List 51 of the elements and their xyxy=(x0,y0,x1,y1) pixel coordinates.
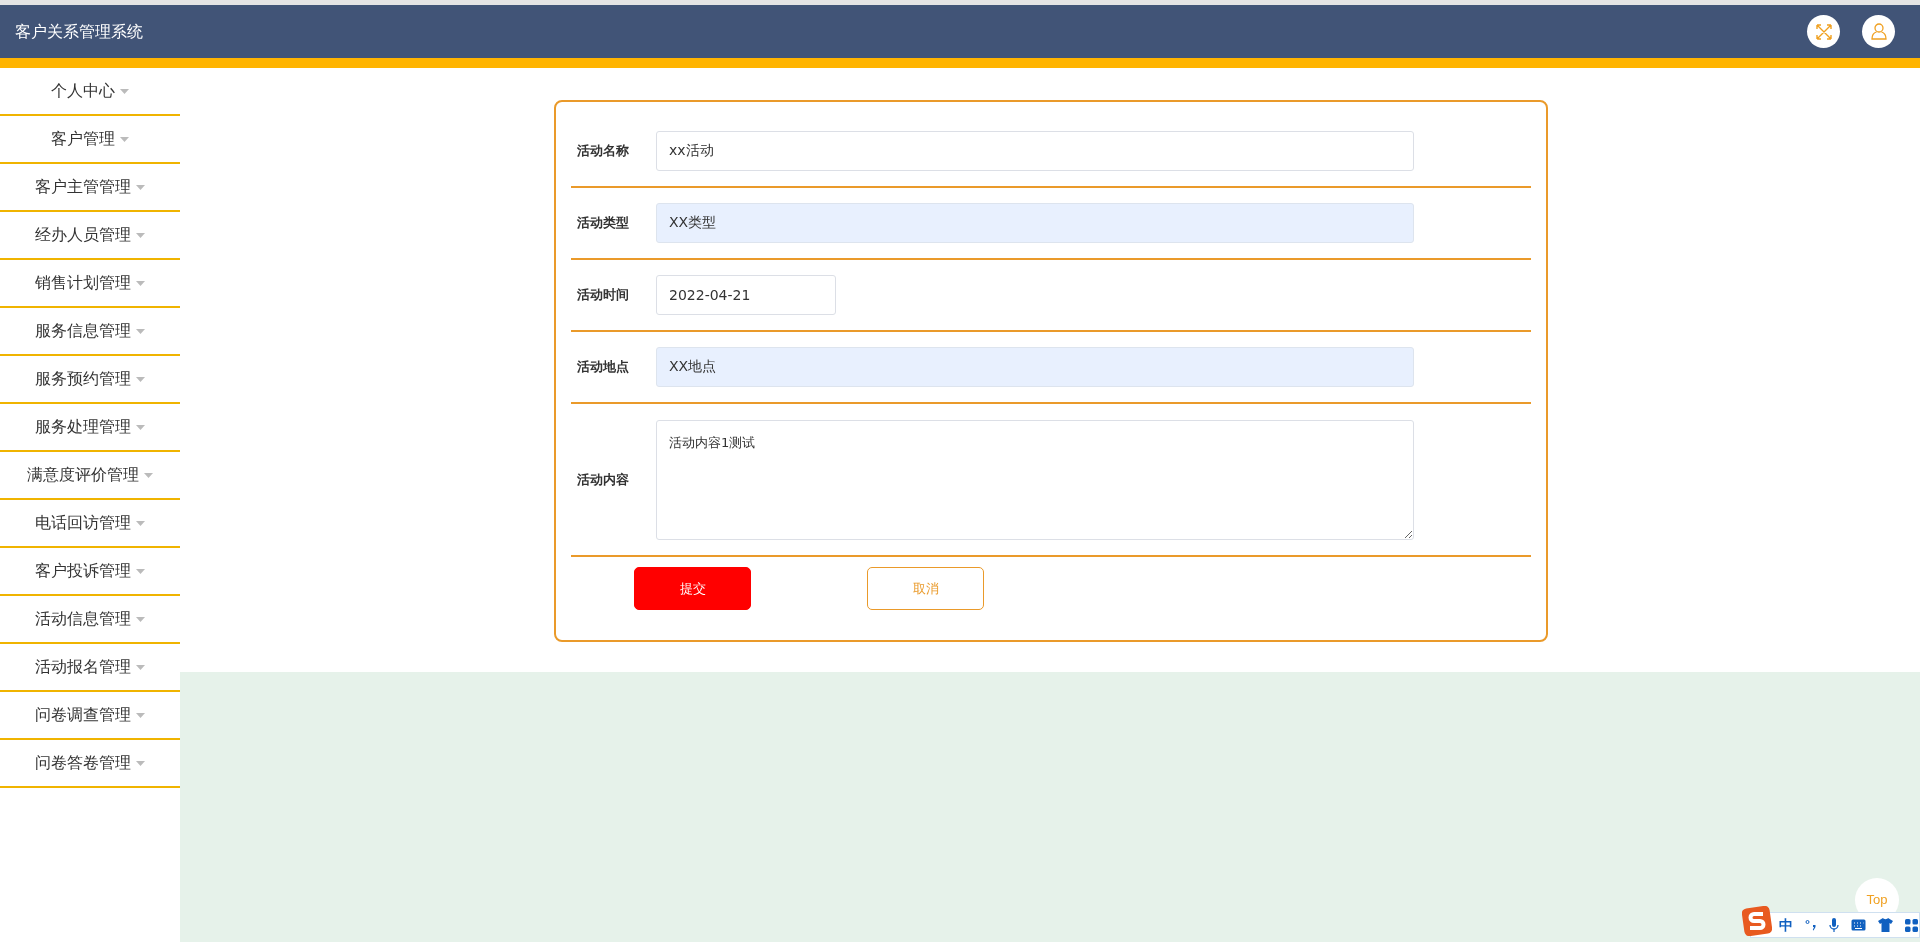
app-title: 客户关系管理系统 xyxy=(15,20,143,43)
ime-logo-icon[interactable] xyxy=(1742,906,1772,936)
sidebar-item[interactable]: 销售计划管理 xyxy=(0,260,180,308)
sidebar-item[interactable]: 个人中心 xyxy=(0,68,180,116)
caret-icon xyxy=(136,328,145,334)
caret-icon xyxy=(120,88,129,94)
date-field[interactable]: 2022-04-21 xyxy=(656,275,836,315)
sidebar-item[interactable]: 客户主管管理 xyxy=(0,164,180,212)
field-label: 活动时间 xyxy=(576,286,630,305)
caret-icon xyxy=(144,472,153,478)
field-label: 活动类型 xyxy=(576,214,630,233)
input-field[interactable]: xx活动 xyxy=(656,131,1414,171)
punctuation-icon[interactable] xyxy=(1805,919,1817,931)
sidebar-item[interactable]: 客户投诉管理 xyxy=(0,548,180,596)
user-icon xyxy=(1870,23,1887,40)
content-textarea[interactable]: 活动内容1测试 xyxy=(656,419,1414,540)
caret-icon xyxy=(120,136,129,142)
submit-button[interactable]: 提交 xyxy=(634,567,751,610)
sidebar-item[interactable]: 服务预约管理 xyxy=(0,356,180,404)
input-field[interactable]: XX地点 xyxy=(656,347,1414,387)
caret-icon xyxy=(136,520,145,526)
fullscreen-button[interactable] xyxy=(1807,15,1840,48)
caret-icon xyxy=(136,424,145,430)
caret-icon xyxy=(136,376,145,382)
expand-icon xyxy=(1815,23,1832,40)
field-label: 活动地点 xyxy=(576,358,630,377)
shirt-icon[interactable] xyxy=(1878,918,1893,932)
input-field[interactable]: XX类型 xyxy=(656,203,1414,243)
sidebar-item[interactable]: 满意度评价管理 xyxy=(0,452,180,500)
caret-icon xyxy=(136,568,145,574)
caret-icon xyxy=(136,280,145,286)
sidebar-item[interactable]: 活动信息管理 xyxy=(0,596,180,644)
caret-icon xyxy=(136,664,145,670)
user-button[interactable] xyxy=(1862,15,1895,48)
caret-icon xyxy=(136,760,145,766)
sidebar-item[interactable]: 经办人员管理 xyxy=(0,212,180,260)
sidebar-item[interactable]: 服务处理管理 xyxy=(0,404,180,452)
sidebar-item[interactable]: 客户管理 xyxy=(0,116,180,164)
field-label: 活动内容 xyxy=(576,470,630,489)
sidebar-item[interactable]: 服务信息管理 xyxy=(0,308,180,356)
grid-icon[interactable] xyxy=(1905,918,1918,932)
ime-mode[interactable]: 中 xyxy=(1779,914,1793,936)
sidebar-item[interactable]: 活动报名管理 xyxy=(0,644,180,692)
sidebar-item[interactable]: 电话回访管理 xyxy=(0,500,180,548)
caret-icon xyxy=(136,184,145,190)
microphone-icon[interactable] xyxy=(1829,917,1839,933)
field-label: 活动名称 xyxy=(576,142,630,161)
caret-icon xyxy=(136,232,145,238)
caret-icon xyxy=(136,712,145,718)
caret-icon xyxy=(136,616,145,622)
keyboard-icon[interactable] xyxy=(1851,919,1866,931)
